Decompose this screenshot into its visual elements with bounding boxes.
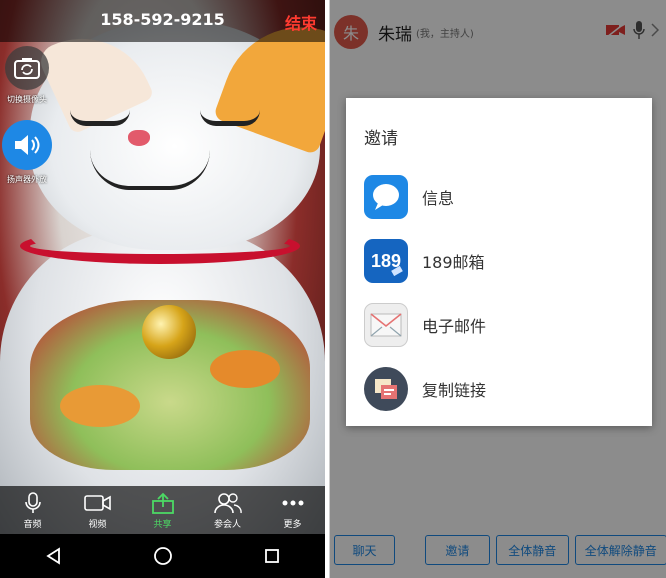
- invite-item-label: 电子邮件: [422, 317, 487, 336]
- camera-switch-icon: [14, 58, 40, 79]
- more-button[interactable]: 更多: [260, 486, 325, 534]
- invite-via-messages[interactable]: 信息: [364, 172, 634, 222]
- invite-dialog: 邀请 信息 189 189邮箱 电子邮件 复制链接: [346, 98, 652, 426]
- back-nav-icon[interactable]: [45, 547, 63, 565]
- invite-via-email[interactable]: 电子邮件: [364, 300, 634, 350]
- invite-item-label: 信息: [422, 189, 455, 208]
- home-nav-icon[interactable]: [153, 546, 173, 566]
- more-label: 更多: [283, 519, 302, 530]
- participants-label: 参会人: [213, 519, 241, 530]
- copy-link-icon: [375, 379, 397, 399]
- video-call-screen: 158-592-9215 结束 切换摄像头 扬声器外放 音频 视频 共享 参会人…: [0, 0, 325, 578]
- participants-screen: 朱 朱瑞 (我，主持人) 聊天 邀请 全体静音 全体解除静音 邀请 信息 189…: [329, 0, 666, 578]
- android-nav-bar: [0, 534, 325, 578]
- video-button[interactable]: 视频: [65, 486, 130, 534]
- end-call-button[interactable]: 结束: [285, 10, 317, 34]
- meeting-phone-number: 158-592-9215: [100, 10, 225, 29]
- speaker-toggle-button[interactable]: 扬声器外放: [2, 120, 52, 185]
- share-label: 共享: [153, 519, 172, 530]
- share-upload-icon: [151, 492, 174, 514]
- dialog-title: 邀请: [364, 129, 398, 149]
- audio-button[interactable]: 音频: [0, 486, 65, 534]
- share-button[interactable]: 共享: [130, 486, 195, 534]
- call-toolbar: 音频 视频 共享 参会人 更多: [0, 486, 325, 534]
- invite-via-189-mail[interactable]: 189 189邮箱: [364, 236, 634, 286]
- messages-app-icon: [373, 184, 399, 210]
- microphone-icon: [24, 491, 41, 513]
- speaker-label: 扬声器外放: [7, 175, 47, 184]
- switch-camera-button[interactable]: 切换摄像头: [2, 46, 52, 105]
- mail-189-app-icon: 189: [371, 251, 403, 276]
- copy-link-item[interactable]: 复制链接: [364, 364, 634, 414]
- participants-button[interactable]: 参会人: [195, 486, 260, 534]
- speaker-icon: [15, 135, 40, 155]
- audio-label: 音频: [23, 519, 42, 530]
- video-label: 视频: [88, 519, 107, 530]
- invite-item-label: 复制链接: [422, 381, 487, 400]
- more-dots-icon: [282, 500, 303, 505]
- participants-icon: [213, 492, 242, 513]
- email-app-icon: [370, 313, 402, 337]
- recents-nav-icon[interactable]: [264, 548, 280, 564]
- switch-camera-label: 切换摄像头: [7, 95, 47, 104]
- invite-item-label: 189邮箱: [422, 253, 485, 272]
- video-camera-icon: [83, 494, 111, 511]
